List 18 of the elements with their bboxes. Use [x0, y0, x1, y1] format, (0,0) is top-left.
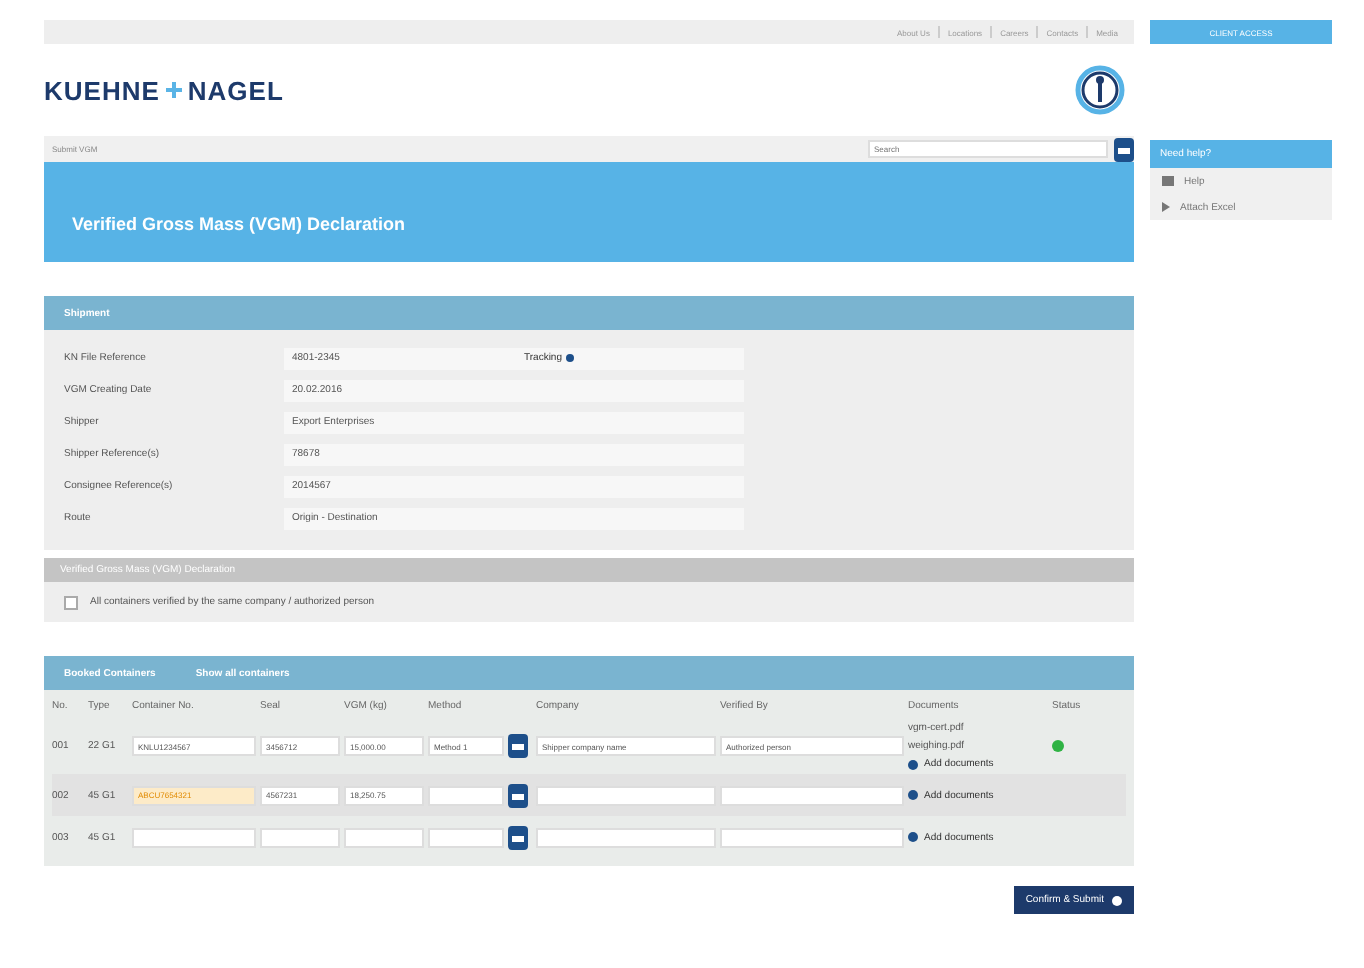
company-field[interactable]	[536, 827, 716, 847]
logo: KUEHNE NAGEL	[44, 75, 284, 105]
add-icon[interactable]	[908, 759, 918, 769]
company-field[interactable]	[536, 785, 716, 805]
plus-icon	[165, 82, 182, 98]
info-icon[interactable]	[566, 354, 574, 362]
add-icon[interactable]	[908, 832, 918, 842]
vgm-field[interactable]	[344, 827, 424, 847]
page-title: Verified Gross Mass (VGM) Declaration	[72, 214, 406, 234]
anchor-icon	[1074, 64, 1126, 116]
seal-field[interactable]	[260, 827, 340, 847]
checkbox[interactable]	[64, 595, 78, 609]
container-field[interactable]	[132, 827, 256, 847]
verified-by-field[interactable]	[720, 785, 904, 805]
circle-icon	[1112, 895, 1122, 905]
arrow-icon	[1162, 202, 1170, 212]
verified-by-field[interactable]	[720, 827, 904, 847]
add-icon[interactable]	[908, 790, 918, 800]
